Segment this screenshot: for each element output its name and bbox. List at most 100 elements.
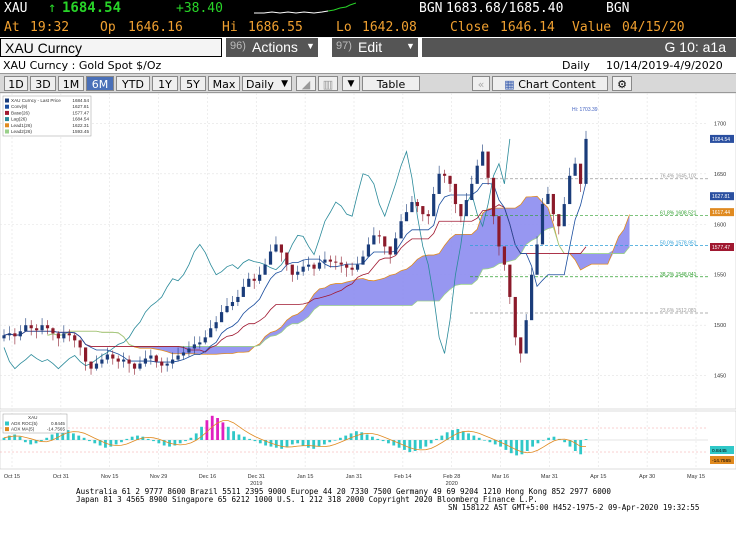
security-field[interactable]: XAU Curncy (0, 38, 222, 57)
candle-body (415, 202, 419, 207)
indicator-bar (376, 438, 380, 440)
indicator-bar (77, 435, 81, 440)
indicator-bar (360, 432, 364, 440)
indicator-bar (306, 440, 310, 448)
indicator-bar (237, 434, 241, 440)
indicator-bar (312, 440, 316, 449)
last-price: 1684.54 (62, 0, 122, 16)
chart-content-label: Chart Content (518, 78, 596, 91)
candle-body (497, 216, 501, 247)
legend-entry-name: Lead1(26) (11, 123, 32, 128)
indicator-bar (125, 438, 129, 440)
period-6m-button[interactable]: 6M (86, 76, 114, 91)
indicator-bar (114, 440, 118, 445)
indicator-bar (194, 433, 198, 440)
chart-area: Oct 15 Oct 31 Nov 15 Nov 29 Dec 16 Dec 31 2019… (0, 92, 736, 530)
style-dropdown-icon[interactable]: ▼ (342, 76, 360, 91)
period-ytd-button[interactable]: YTD (116, 76, 150, 91)
chart-subtitle: XAU Curncy : Gold Spot $/Oz Daily 10/14/… (0, 58, 736, 73)
candle-body (252, 278, 256, 281)
bar-style-icon[interactable]: ▥ (318, 76, 338, 91)
indicator-tag-label: -14.7565 (712, 458, 731, 464)
actions-menu[interactable]: 96) Actions ▼ (226, 38, 318, 57)
candle-body (258, 274, 262, 281)
indicator-bar (365, 434, 369, 440)
ticker: XAU (4, 1, 28, 16)
chevron-down-icon: ▼ (281, 79, 288, 89)
chart-content-button[interactable]: ▦ Chart Content (492, 76, 608, 91)
indicator-bar (541, 440, 545, 441)
period-3d-button[interactable]: 3D (30, 76, 56, 91)
indicator-bar (104, 440, 107, 448)
indicator-bar (322, 440, 326, 445)
candle-body (171, 359, 175, 364)
candle-body (361, 256, 365, 265)
candle-body (486, 151, 490, 178)
candle-body (192, 344, 196, 349)
gear-icon[interactable]: ⚙ (612, 76, 632, 91)
legend-swatch (5, 123, 9, 128)
period-1d-button[interactable]: 1D (4, 76, 28, 91)
indicator-bar (23, 440, 27, 443)
candle-body (214, 322, 218, 329)
period-1y-button[interactable]: 1Y (152, 76, 178, 91)
date-range: 10/14/2019-4/9/2020 (606, 59, 723, 72)
fib-level-label: 50.0% 1578.951 (660, 241, 697, 247)
indicator-bar (429, 440, 433, 444)
line-style-icon[interactable]: ◢ (296, 76, 316, 91)
indicator-bar (205, 420, 209, 440)
candle-body (366, 244, 371, 257)
table-button[interactable]: Table (362, 76, 420, 91)
candle-body (345, 264, 349, 268)
indicator-bar (120, 440, 123, 443)
candle-body (584, 138, 588, 184)
indicator-bar (552, 436, 556, 440)
price-chart[interactable]: Oct 15 Oct 31 Nov 15 Nov 29 Dec 16 Dec 312019… (0, 92, 736, 530)
fib-level-label: 23.6% 1512.081 (660, 308, 697, 314)
indicator-bar (477, 437, 481, 440)
legend-entry-value: 1593.45 (72, 129, 89, 134)
x-tick-label: Mar 16 (492, 474, 509, 480)
candle-body (426, 214, 430, 217)
candle-body (437, 173, 441, 194)
candle-body (268, 251, 273, 265)
security-bar: XAU Curncy 96) Actions ▼ 97) Edit ▼ G 10… (0, 37, 736, 58)
period-max-button[interactable]: Max (208, 76, 240, 91)
indicator-bar (189, 437, 193, 440)
candle-body (290, 264, 294, 275)
y-tick-label: 1700 (714, 121, 726, 127)
edit-menu[interactable]: 97) Edit ▼ (332, 38, 418, 57)
candle-body (312, 264, 316, 269)
frequency-select[interactable]: Daily ▼ (242, 76, 292, 91)
indicator-bar (349, 433, 353, 440)
candle-body (2, 335, 6, 339)
candle-body (83, 347, 88, 362)
candle-body (40, 325, 44, 331)
chart-toolbar: 1D 3D 1M 6M YTD 1Y 5Y Max Daily ▼ ◢ ▥ ▼ … (0, 73, 736, 93)
candle-body (410, 202, 414, 213)
candle-body (306, 264, 311, 267)
legend-entry-name: Conv(9) (11, 104, 28, 109)
x-tick-label: Jan 15 (297, 474, 314, 480)
indicator-bar (178, 440, 182, 444)
period-5y-button[interactable]: 5Y (180, 76, 206, 91)
indicator-bar (93, 440, 97, 444)
security-description: XAU Curncy : Gold Spot $/Oz (3, 59, 162, 72)
candle-body (513, 296, 517, 338)
indicator-bar (547, 437, 551, 440)
candle-body (132, 363, 137, 369)
candle-body (328, 259, 332, 262)
indicator-bar (221, 422, 225, 440)
collapse-left-icon[interactable]: « (472, 76, 490, 91)
indicator-bar (338, 437, 342, 440)
legend-entry-name: Lead2(26) (11, 129, 32, 134)
indicator-bar (499, 440, 502, 447)
up-arrow-icon: ↑ (48, 0, 57, 16)
indicator-bar (525, 440, 529, 451)
security-name: XAU Curncy (5, 40, 83, 56)
x-tick-label: Feb 28 (443, 474, 460, 480)
period-1m-button[interactable]: 1M (58, 76, 84, 91)
indicator-bar (536, 440, 540, 444)
y-tick-label: 1550 (714, 273, 726, 279)
indicator-bar (467, 433, 470, 440)
